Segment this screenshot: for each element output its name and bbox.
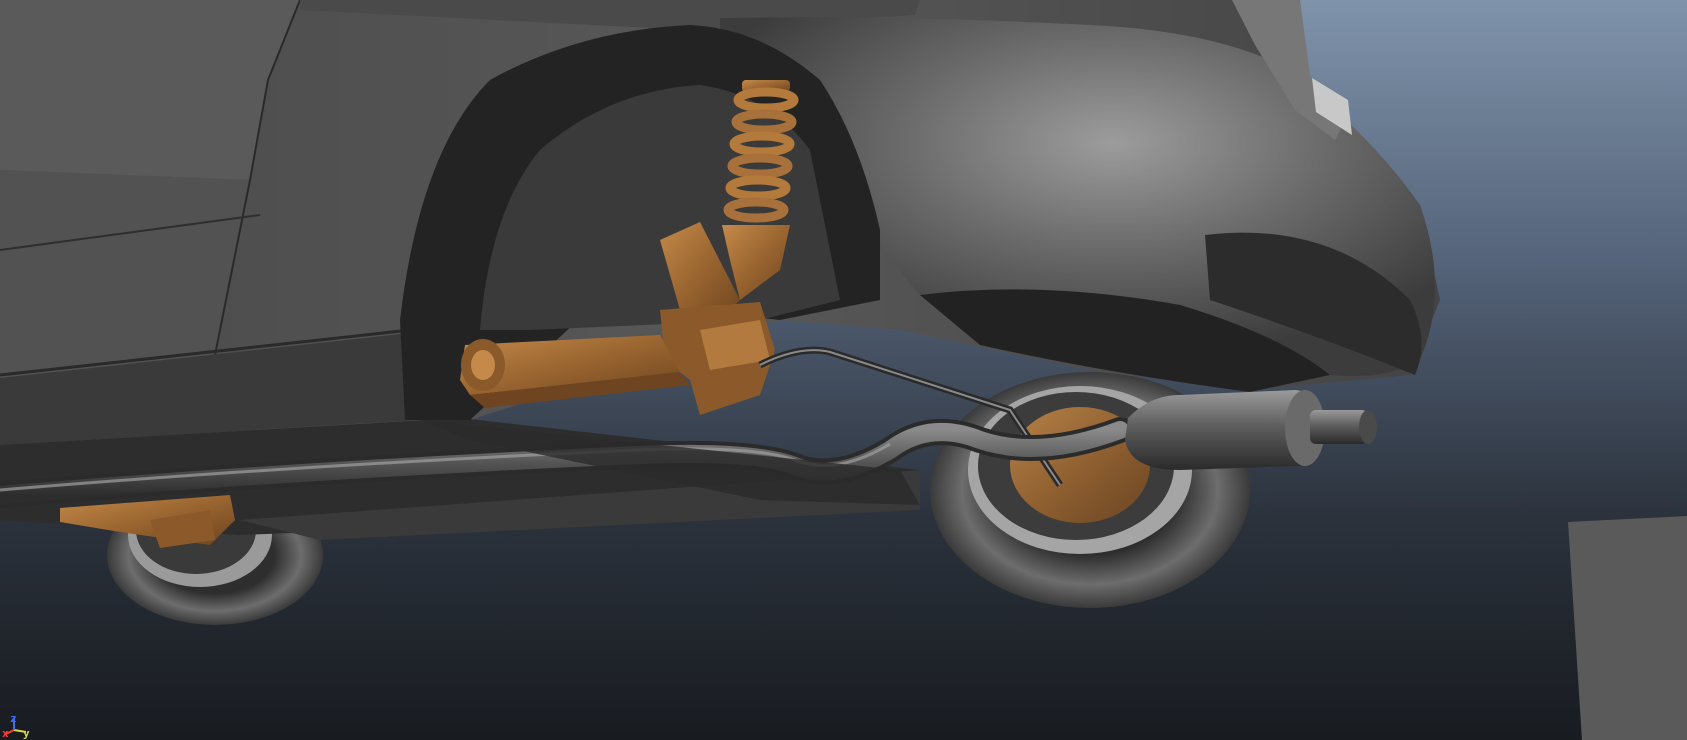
axis-x-label: x bbox=[2, 727, 9, 740]
3d-viewport[interactable]: x y z bbox=[0, 0, 1687, 740]
ground-plane-block[interactable] bbox=[1568, 516, 1687, 740]
axis-z-label: z bbox=[10, 712, 17, 725]
axis-y-label: y bbox=[23, 727, 30, 740]
axis-gizmo: x y z bbox=[0, 708, 40, 740]
3d-scene[interactable] bbox=[0, 0, 1687, 740]
